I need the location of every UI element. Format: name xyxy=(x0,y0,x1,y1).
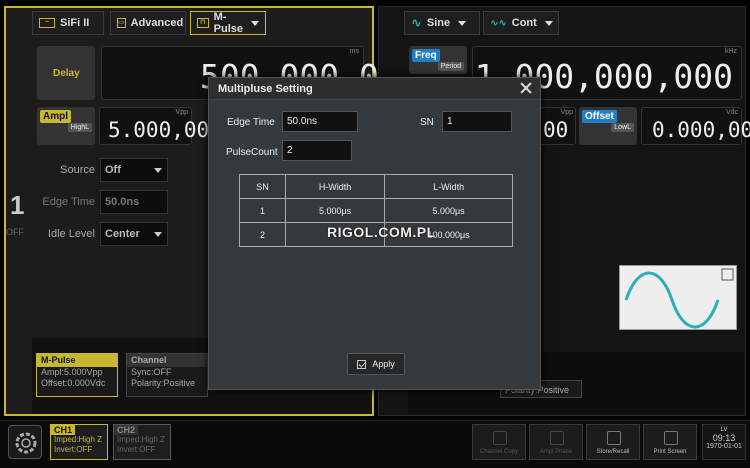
home-button[interactable] xyxy=(8,425,42,459)
chevron-down-icon xyxy=(544,20,553,26)
ampl-value-display[interactable]: Vpp 5.000,00 xyxy=(99,107,209,145)
freq-label-button[interactable]: Freq Period xyxy=(409,46,467,74)
table-row[interactable]: 1 5.000μs 5.000μs xyxy=(239,198,513,223)
chevron-down-icon xyxy=(458,20,467,26)
offset-value-display[interactable]: Vdc 0.000,00 xyxy=(641,107,750,145)
storage-icon xyxy=(607,431,621,445)
close-icon[interactable] xyxy=(519,81,533,95)
gear-icon xyxy=(15,432,37,454)
checkbox-icon xyxy=(357,359,367,369)
print-screen-button[interactable]: Print Screen xyxy=(643,424,697,460)
dialog-pulsecount-input[interactable]: 2 xyxy=(282,140,352,161)
channel-summary-card[interactable]: Channel Sync:OFF Polarity:Positive xyxy=(126,353,208,397)
status-clock: LV 09:13 1970-01-01 xyxy=(702,424,746,460)
ch1-button[interactable]: CH1 Imped:High Z Invert:OFF xyxy=(50,424,108,460)
ampl-label-button[interactable]: Ampl HighL xyxy=(37,107,95,145)
tab-cont[interactable]: ∿∿ Cont xyxy=(483,11,559,35)
column-header-l-width: L-Width xyxy=(384,174,513,199)
tab-advanced[interactable]: ▭ Advanced xyxy=(110,11,200,35)
column-header-sn: SN xyxy=(239,174,286,199)
source-label: Source xyxy=(60,164,95,176)
tab-mpulse[interactable]: ⊓ M-Pulse xyxy=(190,11,266,35)
print-icon xyxy=(664,431,678,445)
tab-sifi[interactable]: ~ SiFi II xyxy=(32,11,104,35)
dialog-sn-input[interactable]: 1 xyxy=(442,111,512,132)
apply-button[interactable]: Apply xyxy=(347,353,405,375)
sine-wave-icon: ∿ xyxy=(411,15,422,30)
phase-icon xyxy=(550,431,564,445)
delay-label-button[interactable]: Delay xyxy=(37,46,95,100)
watermark-text: RIGOL.COM.PL xyxy=(327,224,436,240)
chevron-down-icon xyxy=(154,168,162,173)
dialog-edge-time-label: Edge Time xyxy=(227,117,275,128)
column-header-h-width: H-Width xyxy=(284,174,386,199)
edge-time-label: Edge Time xyxy=(42,196,95,208)
sifi-icon: ~ xyxy=(39,18,55,28)
sine-waveform xyxy=(624,268,734,329)
mpulse-summary-card[interactable]: M-Pulse Ampl:5.000Vpp Offset:0.000Vdc xyxy=(36,353,118,397)
channel-state: OFF xyxy=(6,227,24,237)
channel-copy-button[interactable]: Channel Copy xyxy=(472,424,526,460)
table-header-row: SN H-Width L-Width xyxy=(239,174,513,199)
ampl-phase-button[interactable]: Ampl Phase xyxy=(529,424,583,460)
ch2-button[interactable]: CH2 Imped:High Z Invert:OFF xyxy=(113,424,171,460)
channel-number: 1 xyxy=(10,190,25,220)
idle-level-label: Idle Level xyxy=(47,228,95,240)
dialog-title: Multipluse Setting xyxy=(209,78,540,100)
tab-sine[interactable]: ∿ Sine xyxy=(404,11,480,35)
source-dropdown[interactable]: Off xyxy=(100,158,168,182)
offset-label-button[interactable]: Offset LowL xyxy=(579,107,637,145)
dialog-edge-time-input[interactable]: 50.0ns xyxy=(282,111,358,132)
chevron-down-icon xyxy=(154,232,162,237)
store-recall-button[interactable]: Store/Recall xyxy=(586,424,640,460)
idle-level-dropdown[interactable]: Center xyxy=(100,222,168,246)
advanced-icon: ▭ xyxy=(117,18,126,28)
copy-icon xyxy=(493,431,507,445)
edge-time-field[interactable]: 50.0ns xyxy=(100,190,168,214)
cont-wave-icon: ∿∿ xyxy=(490,17,507,29)
ch2-ampl-value-display[interactable]: Vpp 00 xyxy=(540,107,576,145)
waveform-preview[interactable] xyxy=(619,265,737,330)
chevron-down-icon xyxy=(251,20,259,26)
dialog-pulsecount-label: PulseCount xyxy=(226,147,278,158)
multipulse-setting-dialog: Multipluse Setting Edge Time 50.0ns SN 1… xyxy=(208,77,541,390)
mpulse-icon: ⊓ xyxy=(197,18,209,28)
dialog-sn-label: SN xyxy=(420,117,434,128)
